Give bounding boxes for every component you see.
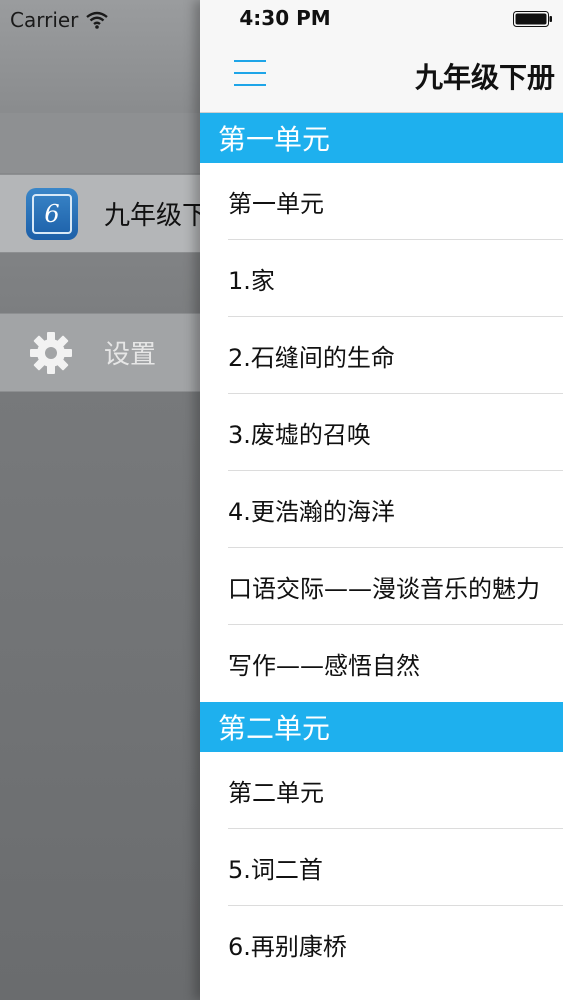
wifi-icon: [86, 11, 109, 29]
list-item[interactable]: 2.石缝间的生命: [200, 317, 563, 394]
drawer-item-settings-label: 设置: [104, 340, 157, 370]
gear-icon: [30, 331, 72, 374]
list-item[interactable]: 写作——感悟自然: [200, 625, 563, 702]
book-app-icon: 6: [26, 187, 78, 240]
list-item[interactable]: 口语交际——漫谈音乐的魅力: [200, 548, 563, 625]
list-item[interactable]: 第二单元: [200, 752, 563, 829]
status-bar: 4:30 PM: [200, 0, 563, 38]
drawer-item-book[interactable]: 6 九年级下册: [0, 174, 200, 253]
hamburger-icon[interactable]: [234, 60, 266, 86]
nav-bar: 九年级下册: [200, 38, 563, 113]
list-item[interactable]: 1.家: [200, 240, 563, 317]
page-title: 九年级下册: [414, 61, 555, 94]
list-item[interactable]: 4.更浩瀚的海洋: [200, 471, 563, 548]
list-item[interactable]: 5.词二首: [200, 829, 563, 906]
carrier-label: Carrier: [10, 8, 79, 32]
content-panel: 4:30 PM 九年级下册 第一单元 第一单元 1.家 2.石缝间的生命 3.废…: [200, 0, 563, 1000]
list-item[interactable]: 6.再别康桥: [200, 906, 563, 983]
status-bar-left: Carrier: [10, 6, 109, 34]
drawer-item-settings[interactable]: 设置: [0, 313, 200, 392]
list-item[interactable]: 3.废墟的召唤: [200, 394, 563, 471]
drawer-spacer: [0, 113, 200, 173]
battery-icon: [513, 11, 552, 27]
status-time: 4:30 PM: [239, 6, 331, 30]
section-header: 第一单元: [200, 113, 563, 163]
list-item[interactable]: 第一单元: [200, 163, 563, 240]
chapter-list: 第一单元 第一单元 1.家 2.石缝间的生命 3.废墟的召唤 4.更浩瀚的海洋 …: [200, 113, 563, 983]
drawer-item-book-label: 九年级下册: [104, 201, 200, 231]
section-header: 第二单元: [200, 702, 563, 752]
